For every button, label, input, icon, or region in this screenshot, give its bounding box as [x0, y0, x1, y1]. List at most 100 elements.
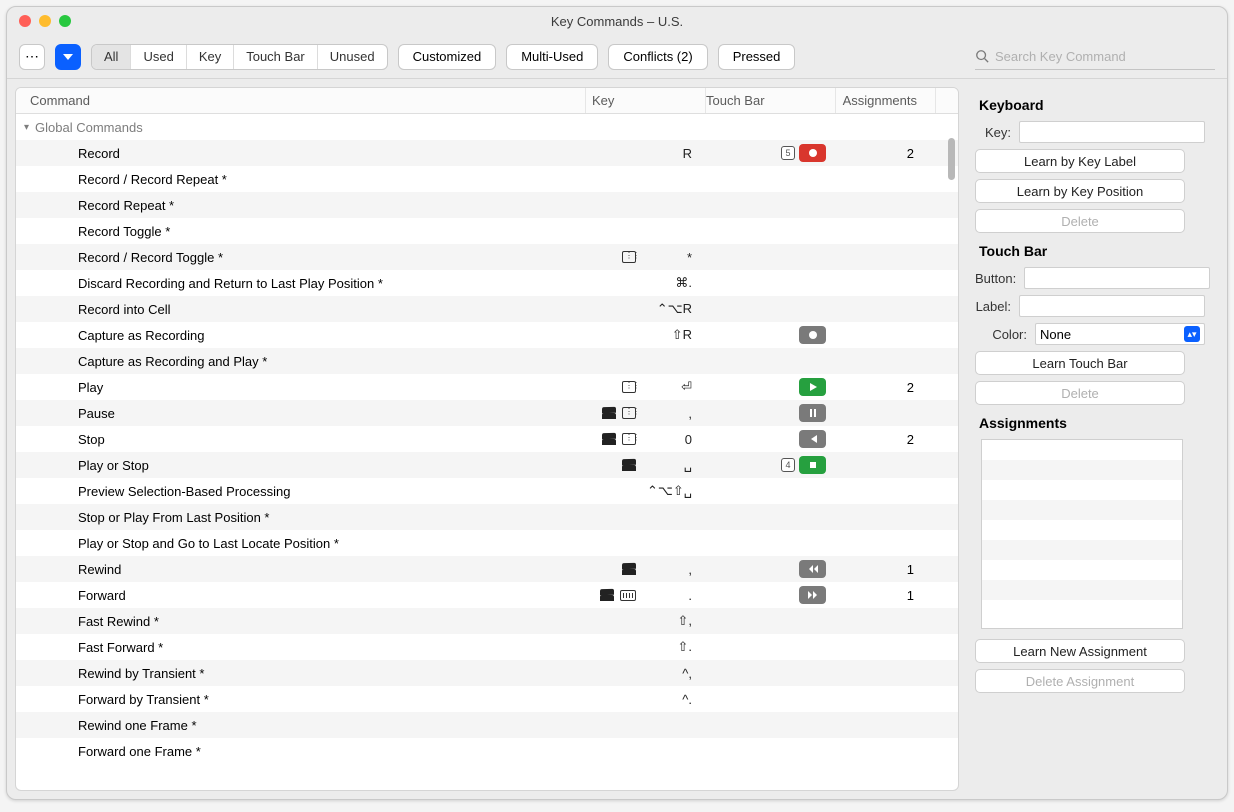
key-shortcut: ^. [586, 692, 706, 707]
command-name: Play or Stop [16, 458, 586, 473]
table-row[interactable]: RecordR52 [16, 140, 958, 166]
touchbar-icon-cell [706, 378, 836, 396]
table-row[interactable]: Play or Stop and Go to Last Locate Posit… [16, 530, 958, 556]
assignments-list[interactable] [981, 439, 1183, 629]
command-name: Record / Record Toggle * [16, 250, 586, 265]
scrollbar-thumb[interactable] [948, 138, 955, 180]
window-controls [19, 15, 71, 27]
table-body[interactable]: ▾ Global Commands RecordR52Record / Reco… [16, 114, 958, 790]
table-row[interactable]: Discard Recording and Return to Last Pla… [16, 270, 958, 296]
table-row[interactable]: Record Toggle * [16, 218, 958, 244]
window-title: Key Commands – U.S. [551, 14, 683, 29]
section-keyboard-title: Keyboard [979, 97, 1205, 113]
filter-all[interactable]: All [92, 45, 131, 69]
command-name: Discard Recording and Return to Last Pla… [16, 276, 586, 291]
touchbar-stop-icon [799, 456, 826, 474]
minimize-icon[interactable] [39, 15, 51, 27]
touchbar-icon-cell [706, 586, 836, 604]
delete-key-button[interactable]: Delete [975, 209, 1185, 233]
tb-label-label: Label: [975, 299, 1011, 314]
touchbar-icon-cell: 5 [706, 144, 836, 162]
touchbar-icon-cell [706, 430, 836, 448]
touchbar-icon-cell [706, 326, 836, 344]
command-name: Play or Stop and Go to Last Locate Posit… [16, 536, 586, 551]
command-name: Rewind by Transient * [16, 666, 586, 681]
table-row[interactable]: Rewind one Frame * [16, 712, 958, 738]
filter-conflicts[interactable]: Conflicts (2) [608, 44, 707, 70]
table-row[interactable]: Play or Stop␣4 [16, 452, 958, 478]
filter-used[interactable]: Used [131, 45, 186, 69]
table-row[interactable]: Record into Cell⌃⌥R [16, 296, 958, 322]
filter-segmented: All Used Key Touch Bar Unused [91, 44, 388, 70]
command-name: Record into Cell [16, 302, 586, 317]
filter-touchbar[interactable]: Touch Bar [234, 45, 318, 69]
section-touchbar-title: Touch Bar [979, 243, 1205, 259]
table-row[interactable]: Preview Selection-Based Processing⌃⌥⇧␣ [16, 478, 958, 504]
touchbar-icon-cell [706, 404, 836, 422]
key-field[interactable] [1019, 121, 1205, 143]
delete-touchbar-button[interactable]: Delete [975, 381, 1185, 405]
touchbar-play-icon [799, 378, 826, 396]
filter-pressed[interactable]: Pressed [718, 44, 796, 70]
column-touchbar[interactable]: Touch Bar [706, 88, 836, 113]
table-row[interactable]: Record Repeat * [16, 192, 958, 218]
key-commands-window: Key Commands – U.S. ⋯ All Used Key Touch… [6, 6, 1228, 800]
learn-touchbar-button[interactable]: Learn Touch Bar [975, 351, 1185, 375]
options-dropdown-button[interactable] [55, 44, 81, 70]
assignment-count: 1 [836, 588, 936, 603]
table-row[interactable]: Stop or Play From Last Position * [16, 504, 958, 530]
touchbar-record-icon [799, 326, 826, 344]
table-row[interactable]: Capture as Recording and Play * [16, 348, 958, 374]
group-row[interactable]: ▾ Global Commands [16, 114, 958, 140]
key-shortcut: ⌃⌥R [586, 301, 706, 317]
column-key[interactable]: Key [586, 88, 706, 113]
table-row[interactable]: Pause, [16, 400, 958, 426]
table-row[interactable]: Record / Record Toggle ** [16, 244, 958, 270]
table-row[interactable]: Fast Rewind *⇧, [16, 608, 958, 634]
filter-key[interactable]: Key [187, 45, 234, 69]
key-shortcut: . [586, 588, 706, 603]
touchbar-slot-number: 5 [781, 146, 795, 160]
key-shortcut: R [586, 146, 706, 161]
key-shortcut: ⇧R [586, 327, 706, 343]
tb-color-dropdown[interactable]: None ▴▾ [1035, 323, 1205, 345]
learn-assignment-button[interactable]: Learn New Assignment [975, 639, 1185, 663]
table-row[interactable]: Forward.1 [16, 582, 958, 608]
tb-button-label: Button: [975, 271, 1016, 286]
touchbar-icon-cell [706, 560, 836, 578]
table-row[interactable]: Play⏎2 [16, 374, 958, 400]
close-icon[interactable] [19, 15, 31, 27]
command-name: Record Toggle * [16, 224, 586, 239]
filter-customized[interactable]: Customized [398, 44, 497, 70]
command-name: Play [16, 380, 586, 395]
assignment-count: 2 [836, 432, 936, 447]
tb-color-value: None [1040, 327, 1071, 342]
key-shortcut: 0 [586, 432, 706, 447]
key-shortcut: , [586, 562, 706, 577]
filter-unused[interactable]: Unused [318, 45, 387, 69]
tb-label-field[interactable] [1019, 295, 1205, 317]
table-row[interactable]: Fast Forward *⇧. [16, 634, 958, 660]
filter-multiused[interactable]: Multi-Used [506, 44, 598, 70]
table-row[interactable]: Capture as Recording⇧R [16, 322, 958, 348]
tb-button-field[interactable] [1024, 267, 1210, 289]
key-shortcut: ^, [586, 666, 706, 681]
maximize-icon[interactable] [59, 15, 71, 27]
column-assignments[interactable]: Assignments [836, 88, 936, 113]
table-row[interactable]: Forward by Transient *^. [16, 686, 958, 712]
learn-by-label-button[interactable]: Learn by Key Label [975, 149, 1185, 173]
command-name: Record Repeat * [16, 198, 586, 213]
delete-assignment-button[interactable]: Delete Assignment [975, 669, 1185, 693]
table-row[interactable]: Rewind,1 [16, 556, 958, 582]
more-menu-button[interactable]: ⋯ [19, 44, 45, 70]
table-row[interactable]: Forward one Frame * [16, 738, 958, 764]
assignment-count: 1 [836, 562, 936, 577]
titlebar: Key Commands – U.S. [7, 7, 1227, 35]
touchbar-forward-icon [799, 586, 826, 604]
learn-by-position-button[interactable]: Learn by Key Position [975, 179, 1185, 203]
table-row[interactable]: Stop02 [16, 426, 958, 452]
table-row[interactable]: Record / Record Repeat * [16, 166, 958, 192]
column-command[interactable]: Command [16, 88, 586, 113]
search-input[interactable] [995, 49, 1215, 64]
table-row[interactable]: Rewind by Transient *^, [16, 660, 958, 686]
